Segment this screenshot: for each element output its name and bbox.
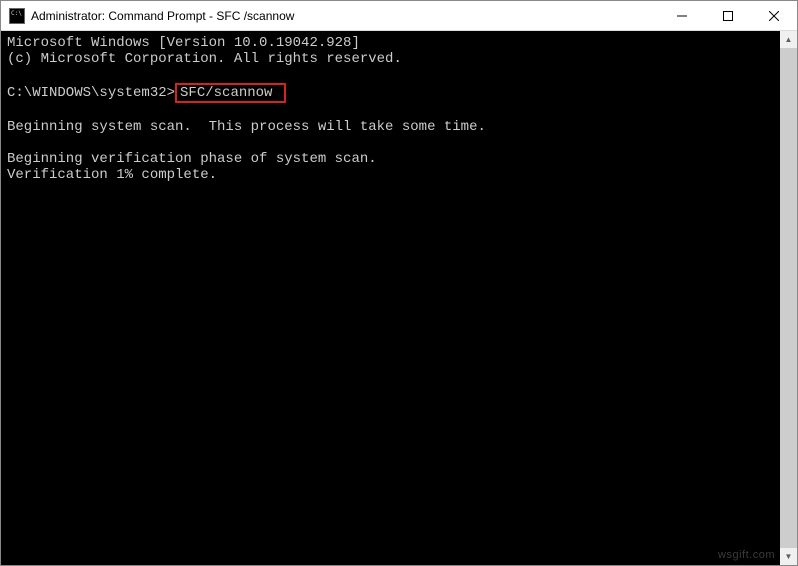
output-line: Verification 1% complete. (7, 167, 217, 183)
window-controls (659, 1, 797, 30)
cmd-icon (9, 8, 25, 24)
output-line: (c) Microsoft Corporation. All rights re… (7, 51, 402, 67)
output-line: Beginning system scan. This process will… (7, 119, 486, 135)
terminal-output[interactable]: Microsoft Windows [Version 10.0.19042.92… (1, 31, 780, 565)
minimize-button[interactable] (659, 1, 705, 30)
close-button[interactable] (751, 1, 797, 30)
scroll-down-button[interactable]: ▼ (780, 548, 797, 565)
command-highlight: SFC/scannow (175, 83, 286, 103)
terminal-area: Microsoft Windows [Version 10.0.19042.92… (1, 31, 797, 565)
titlebar: Administrator: Command Prompt - SFC /sca… (1, 1, 797, 31)
vertical-scrollbar[interactable]: ▲ ▼ (780, 31, 797, 565)
scroll-track[interactable] (780, 48, 797, 548)
scroll-thumb[interactable] (780, 48, 797, 548)
output-line: Microsoft Windows [Version 10.0.19042.92… (7, 35, 360, 51)
command-text: SFC/scannow (180, 85, 272, 101)
watermark-text: wsgift.com (718, 549, 775, 561)
window-title: Administrator: Command Prompt - SFC /sca… (31, 9, 659, 23)
prompt-prefix: C:\WINDOWS\system32> (7, 85, 175, 101)
output-line: Beginning verification phase of system s… (7, 151, 377, 167)
scroll-up-button[interactable]: ▲ (780, 31, 797, 48)
maximize-button[interactable] (705, 1, 751, 30)
